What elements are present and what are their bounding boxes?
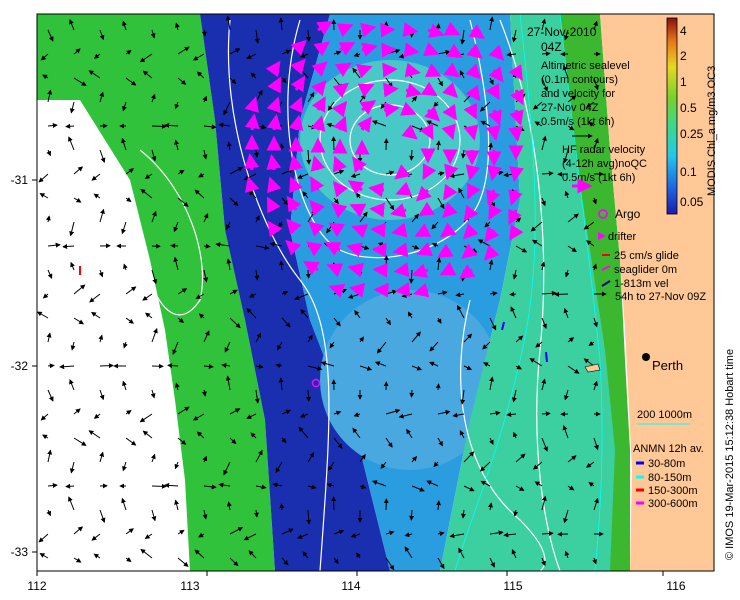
velocity-arrow	[554, 291, 569, 297]
velocity-arrow	[331, 496, 337, 511]
altimetry-line-5: 0.5m/s (1kt 6h)	[541, 116, 614, 128]
perth-label: Perth	[652, 358, 683, 373]
velocity-arrow	[409, 149, 415, 161]
velocity-arrow	[435, 23, 441, 31]
velocity-arrow	[331, 136, 337, 151]
anmn-150-300-label: 150-300m	[648, 485, 698, 497]
x-tick-113: 113	[180, 579, 199, 593]
velocity-arrow	[65, 483, 75, 489]
colorbar-tick-2: 2	[680, 49, 687, 63]
velocity-arrow	[203, 243, 211, 249]
mooring-arrow-2	[545, 351, 548, 363]
hf-radar-arrow	[370, 222, 386, 238]
velocity-arrow	[151, 483, 167, 489]
altimetry-line-4: 27-Nov 04Z	[541, 102, 599, 114]
hf-radar-arrow	[383, 82, 399, 98]
legend-drifter: drifter	[608, 231, 636, 243]
hf-radar-arrow	[465, 164, 481, 181]
x-tick-115: 115	[503, 579, 522, 593]
legend-argo: Argo	[615, 207, 641, 221]
y-tick-32: -32	[11, 359, 29, 373]
hf-radar-arrow	[372, 262, 388, 278]
velocity-arrow	[409, 509, 415, 521]
hf-radar-arrow	[485, 124, 501, 142]
map-svg: 112 113 114 115 116 -31 -32 -33 27-Nov-2…	[11, 13, 736, 593]
velocity-arrow	[409, 389, 415, 398]
hf-radar-arrow	[371, 242, 387, 258]
legend-seaglider: seaglider 0m	[614, 264, 677, 276]
x-tick-112: 112	[27, 579, 46, 593]
hf-radar-arrow	[369, 202, 385, 218]
hf-radar-arrow	[383, 102, 400, 118]
anmn-300-600-label: 300-600m	[648, 498, 698, 510]
hf-radar-arrow	[463, 124, 479, 141]
hf-radar-line-1: HF radar velocity	[562, 144, 646, 156]
y-tick-31: -31	[11, 173, 29, 187]
velocity-arrow	[167, 363, 179, 369]
hf-radar-arrow	[392, 242, 409, 258]
colorbar-tick-0-05: 0.05	[680, 195, 704, 209]
depth-legend: 200 1000m	[637, 409, 692, 421]
colorbar-tick-4: 4	[680, 24, 687, 38]
velocity-arrow	[279, 143, 285, 151]
hf-radar-arrow	[381, 42, 397, 58]
legend-glide: 25 cm/s glide	[614, 250, 679, 262]
velocity-arrow	[47, 363, 55, 369]
ocean-map-figure: 112 113 114 115 116 -31 -32 -33 27-Nov-2…	[0, 0, 740, 600]
colorbar	[666, 17, 678, 215]
hf-radar-arrow	[244, 153, 260, 171]
hf-radar-arrow	[244, 113, 260, 131]
altimetry-line-1: Altimetric sealevel	[541, 60, 630, 72]
velocity-arrow	[435, 383, 441, 391]
colorbar-tick-0-25: 0.25	[680, 127, 704, 141]
velocity-arrow	[99, 363, 114, 369]
hf-radar-arrow	[509, 165, 524, 182]
colorbar-tick-1: 1	[680, 75, 687, 89]
hf-radar-arrow	[368, 182, 385, 198]
anmn-title: ANMN 12h av.	[633, 443, 704, 455]
hf-radar-line-3: 0.5m/s (1kt 6h)	[562, 172, 635, 184]
colorbar-tick-0-1: 0.1	[680, 165, 697, 179]
velocity-arrow	[509, 291, 517, 297]
map-time: 04Z	[541, 40, 562, 54]
hf-radar-line-2: (4-12h avg)noQC	[562, 158, 647, 170]
perth-marker	[642, 353, 650, 361]
hf-radar-arrow	[394, 282, 411, 298]
credit-text: © IMOS 19-Mar-2015 15:12:38 Hobart time	[724, 349, 736, 560]
velocity-arrow	[151, 123, 167, 129]
hf-radar-arrow	[380, 22, 396, 38]
legend-vel-period: 54h to 27-Nov 09Z	[615, 291, 706, 303]
velocity-arrow	[65, 123, 75, 129]
altimetry-line-3: and velocity for	[541, 88, 615, 100]
y-tick-33: -33	[11, 545, 29, 559]
x-tick-116: 116	[666, 579, 685, 593]
hf-radar-arrow	[402, 22, 419, 38]
altimetry-line-2: (0.1m contours)	[541, 74, 618, 86]
velocity-arrow	[305, 269, 311, 279]
hf-radar-arrow	[348, 282, 366, 298]
velocity-arrow	[170, 243, 179, 249]
colorbar-title: MODIS Chl_a mg/m3 OC3	[706, 66, 718, 196]
hf-radar-arrow	[382, 62, 398, 78]
hf-radar-arrow	[508, 125, 523, 142]
legend-vel: 1-813m vel	[614, 278, 668, 290]
velocity-arrow	[541, 411, 551, 417]
hf-radar-arrow	[393, 262, 410, 278]
hf-radar-arrow	[487, 164, 503, 182]
anmn-80-150-label: 80-150m	[648, 472, 691, 484]
x-tick-114: 114	[341, 579, 360, 593]
anmn-30-80-label: 30-80m	[648, 458, 685, 470]
velocity-arrow	[279, 503, 285, 511]
map-date: 27-Nov-2010	[527, 25, 597, 39]
velocity-arrow	[383, 255, 389, 271]
colorbar-tick-0-5: 0.5	[680, 101, 697, 115]
hf-radar-arrow	[403, 42, 420, 58]
